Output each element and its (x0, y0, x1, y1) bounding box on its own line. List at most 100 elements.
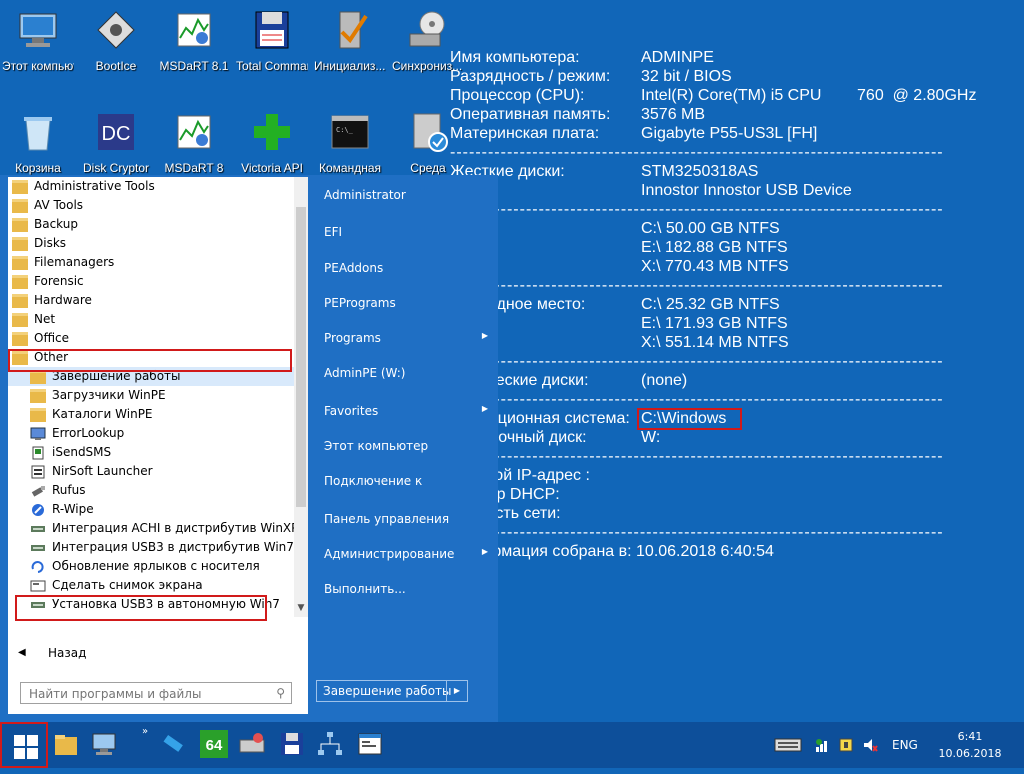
list-item-label: iSendSMS (52, 445, 112, 459)
info-separator: ----------------------------------------… (450, 201, 944, 218)
programs-scrollbar[interactable]: ▼ (294, 177, 308, 617)
desktop-icon-cmd[interactable]: C:\_ Командная (314, 110, 386, 175)
menu-item-favorites[interactable]: Favorites ▶ (324, 404, 492, 418)
this-pc-icon[interactable] (90, 730, 118, 758)
menu-item-efi[interactable]: EFI (324, 225, 492, 239)
info-value: Intel(R) Core(TM) i5 CPU 760 @ 2.80GHz (641, 87, 977, 104)
other-folder-highlight (8, 349, 292, 372)
menu-item-label: EFI (324, 225, 343, 239)
menu-item-programs[interactable]: Programs ▶ (324, 331, 492, 345)
taskbar: » 64 ENG 6:41 10.06.2018 (0, 722, 1024, 768)
nirsoft-icon (31, 465, 45, 478)
desktop-icon-recycle-bin[interactable]: Корзина (2, 110, 74, 175)
menu-item-label: Подключение к (324, 474, 423, 488)
svg-text:64: 64 (206, 737, 223, 754)
desktop-icon-diskcryptor[interactable]: DC Disk Cryptor (80, 110, 152, 175)
floppy-icon[interactable] (278, 730, 306, 758)
desktop-icon-this-pc[interactable]: Этот компьютер (2, 8, 74, 73)
back-button[interactable]: ◀ Назад (8, 642, 308, 664)
network-status-icon[interactable] (814, 737, 830, 753)
list-item-label: Administrative Tools (34, 179, 155, 193)
menu-item-peaddons[interactable]: PEAddons (324, 261, 492, 275)
shutdown-options-chevron-icon[interactable]: ▶ (446, 681, 467, 701)
list-item-isendsms[interactable]: iSendSMS (8, 443, 294, 462)
info-row: Тома:C:\ 50.00 GB NTFS (450, 219, 944, 238)
desktop-icon-hardware-init[interactable]: Инициализ... оборудова... (314, 8, 386, 73)
list-item-refresh-shortcuts[interactable]: Обновление ярлыков с носителя (8, 557, 294, 576)
menu-item-this-pc[interactable]: Этот компьютер (324, 439, 492, 453)
this-pc-icon (19, 13, 57, 47)
list-item-label: Forensic (34, 274, 84, 288)
list-item-forensic[interactable]: Forensic (8, 272, 294, 291)
info-row: Процессор (CPU): Intel(R) Core(TM) i5 CPU… (450, 86, 976, 105)
menu-item-administration[interactable]: Администрирование ▶ (324, 547, 492, 561)
chevron-down-icon[interactable]: ▼ (294, 603, 308, 617)
search-box[interactable]: ⚲ (20, 682, 292, 704)
menu-item-connect-to[interactable]: Подключение к (324, 474, 492, 488)
scrollbar-thumb[interactable] (296, 207, 306, 507)
menu-item-run[interactable]: Выполнить... (324, 582, 492, 596)
folder-icon (12, 255, 28, 270)
info-row: Скорость сети: (450, 504, 944, 523)
list-item-filemanagers[interactable]: Filemanagers (8, 253, 294, 272)
list-item-label: Filemanagers (34, 255, 115, 269)
menu-item-administrator[interactable]: Administrator (324, 188, 492, 202)
menu-item-label: PEAddons (324, 261, 384, 275)
usb-stick-icon[interactable] (160, 730, 188, 758)
info-row: Свободное место: C:\ 25.32 GB NTFS (450, 295, 944, 314)
safely-remove-icon[interactable] (838, 737, 854, 753)
list-item-rufus[interactable]: Rufus (8, 481, 294, 500)
network-icon[interactable] (316, 730, 344, 758)
list-item-disks[interactable]: Disks (8, 234, 294, 253)
menu-item-peprograms[interactable]: PEPrograms (324, 296, 492, 310)
list-item-r-wipe[interactable]: R-Wipe (8, 500, 294, 519)
list-item-label: Net (34, 312, 56, 326)
menu-item-adminpe-drive[interactable]: AdminPE (W:) (324, 366, 492, 380)
list-item-hardware[interactable]: Hardware (8, 291, 294, 310)
start-button[interactable] (0, 722, 48, 768)
menu-item-label: Панель управления (324, 512, 450, 526)
info-row: Оптические диски: (none) (450, 371, 944, 390)
list-item-av-tools[interactable]: AV Tools (8, 196, 294, 215)
desktop-icon-msdart8[interactable]: MSDaRT 8 (158, 110, 230, 175)
x64-icon[interactable]: 64 (200, 730, 228, 758)
info-row: Информация собрана в: 10.06.2018 6:40:54 (450, 542, 944, 561)
info-row: Оперативная память: 3576 MB (450, 105, 944, 124)
os-path-highlight (637, 408, 742, 430)
search-input[interactable] (27, 684, 271, 704)
window-icon[interactable] (356, 730, 384, 758)
list-item-nirsoft-launcher[interactable]: NirSoft Launcher (8, 462, 294, 481)
chevron-double-right-icon[interactable]: » (142, 726, 148, 737)
list-item-backup[interactable]: Backup (8, 215, 294, 234)
info-row: Сервер DHCP: (450, 485, 944, 504)
shutdown-button[interactable]: Завершение работы ▶ (316, 680, 468, 702)
list-item-usb3-integration[interactable]: Интеграция USB3 в дистрибутив Win7 (8, 538, 294, 557)
list-item-errorlookup[interactable]: ErrorLookup (8, 424, 294, 443)
desktop-icon-msdart81[interactable]: MSDaRT 8.1 (158, 8, 230, 73)
list-item-administrative-tools[interactable]: Administrative Tools (8, 177, 294, 196)
keyboard-icon[interactable] (774, 737, 802, 753)
info-row: Innostor Innostor USB Device (450, 181, 944, 200)
drive-icon[interactable] (238, 730, 266, 758)
list-item-office[interactable]: Office (8, 329, 294, 348)
desktop-icon-label: Victoria API (241, 161, 303, 175)
volume-mute-icon[interactable] (862, 737, 878, 753)
language-indicator[interactable]: ENG (892, 738, 918, 752)
list-item-achi-integration[interactable]: Интеграция ACHI в дистрибутив WinXP SP3 (8, 519, 294, 538)
list-item-screenshot[interactable]: Сделать снимок экрана (8, 576, 294, 595)
clock[interactable]: 6:41 10.06.2018 (930, 728, 1010, 762)
list-item-net[interactable]: Net (8, 310, 294, 329)
explorer-folder-icon[interactable] (52, 730, 80, 758)
desktop-icon-victoria[interactable]: Victoria API (236, 110, 308, 175)
menu-item-label: Этот компьютер (324, 439, 429, 453)
list-item-winpe-loaders[interactable]: Загрузчики WinPE (8, 386, 294, 405)
desktop-icon-total-commander[interactable]: Total Command... (236, 8, 308, 73)
list-item-label: ErrorLookup (52, 426, 125, 440)
menu-item-control-panel[interactable]: Панель управления (324, 512, 492, 526)
folder-icon (12, 293, 28, 308)
msdart-icon (177, 115, 211, 149)
list-item-winpe-catalogs[interactable]: Каталоги WinPE (8, 405, 294, 424)
info-separator: ----------------------------------------… (450, 353, 944, 370)
info-value: X:\ 551.14 MB NTFS (641, 334, 789, 351)
desktop-icon-bootice[interactable]: BootIce (80, 8, 152, 73)
